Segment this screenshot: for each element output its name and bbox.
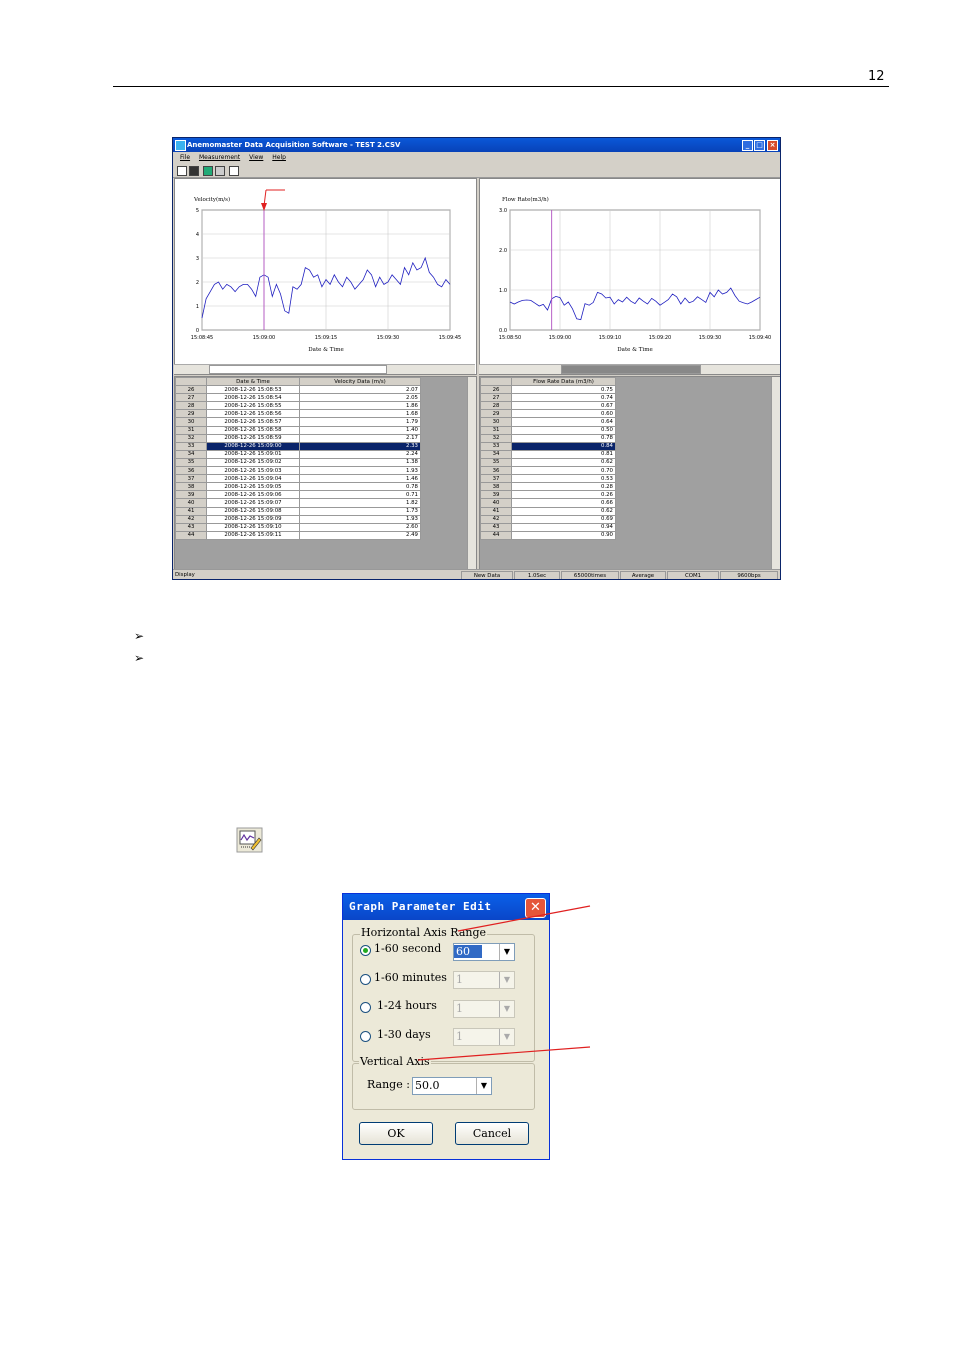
vertical-axis-callout [417, 1046, 591, 1061]
horizontal-axis-callout [457, 905, 591, 932]
cursor-callout-arrowhead [261, 203, 267, 211]
annotation-overlay [261, 189, 591, 1061]
